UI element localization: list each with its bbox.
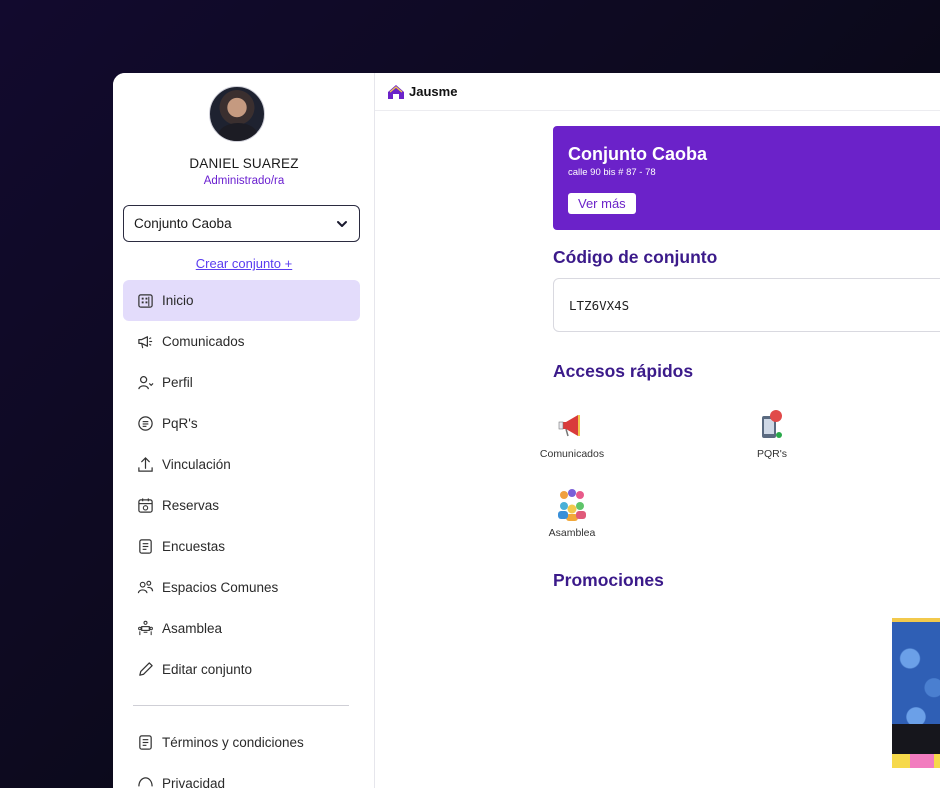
pencil-icon [139,662,153,676]
sidebar-item-label: Encuestas [162,539,226,554]
sidebar-item-terminos[interactable]: Términos y condiciones [123,722,360,763]
phone-chat-icon [762,410,782,438]
sidebar-item-label: Vinculación [162,457,231,472]
shield-icon [138,777,153,787]
quick-access-label: PQR's [756,448,787,460]
meeting-icon [138,620,153,636]
sidebar-item-comunicados[interactable]: Comunicados [123,321,360,362]
sidebar-item-label: Reservas [162,498,220,513]
conjunto-code-field[interactable]: LTZ6VX4S [553,278,940,332]
message-circle-icon [138,416,153,431]
quick-access-comunicados[interactable]: Comunicados [527,408,617,460]
users-icon [137,580,154,594]
sidebar-item-label: Comunicados [162,334,245,349]
code-section-title: Código de conjunto [553,247,718,267]
create-conjunto-link[interactable]: Crear conjunto + [113,256,375,271]
sidebar-item-label: Editar conjunto [162,662,253,677]
sidebar-item-asamblea[interactable]: Asamblea [123,608,360,649]
sidebar-item-encuestas[interactable]: Encuestas [123,526,360,567]
people-group-icon [558,489,586,521]
sidebar-item-pqrs[interactable]: PqR's [123,403,360,444]
document-icon [139,735,152,750]
quick-access-label: Asamblea [548,527,596,539]
conjunto-banner: Conjunto Caoba calle 90 bis # 87 - 78 Ve… [553,126,940,230]
sidebar-item-label: PqR's [162,416,198,431]
chevron-down-icon [337,220,347,227]
user-role: Administrado/ra [203,175,285,187]
quick-access-title: Accesos rápidos [553,361,694,381]
promotions-title: Promociones [553,570,664,590]
sidebar-footer-nav: Términos y condiciones Privacidad [123,722,360,788]
sidebar-item-privacidad[interactable]: Privacidad [123,763,360,788]
sidebar-item-label: Espacios Comunes [162,580,279,595]
sidebar-item-reservas[interactable]: Reservas [123,485,360,526]
conjunto-select-value: Conjunto Caoba [134,216,232,231]
sidebar-item-label: Inicio [162,293,194,308]
sidebar-item-label: Términos y condiciones [162,735,304,750]
conjunto-select[interactable]: Conjunto Caoba [123,205,360,242]
sidebar: DANIEL SUAREZ Administrado/ra Conjunto C… [113,73,375,788]
upload-icon [138,457,153,472]
megaphone-icon [138,336,153,349]
sidebar-divider [133,705,349,706]
promotion-image[interactable] [892,618,940,768]
house-logo-icon [388,84,404,99]
app-window: DANIEL SUAREZ Administrado/ra Conjunto C… [113,73,940,788]
laptop-keyboard [892,724,940,754]
user-icon [138,376,154,390]
megaphone-icon [558,415,580,437]
quick-access-asamblea[interactable]: Asamblea [527,487,617,539]
brand-logo[interactable]: Jausme [387,83,457,101]
quick-access-pqrs[interactable]: PQR's [727,408,817,460]
top-bar: Jausme [375,73,940,111]
sidebar-item-label: Privacidad [162,776,226,788]
sidebar-item-perfil[interactable]: Perfil [123,362,360,403]
sidebar-item-editar-conjunto[interactable]: Editar conjunto [123,649,360,690]
brand-name: Jausme [409,84,458,99]
banner-address: calle 90 bis # 87 - 78 [568,167,656,178]
sidebar-item-label: Asamblea [162,621,223,636]
ver-mas-button[interactable]: Ver más [568,193,636,214]
building-icon [138,294,153,308]
calendar-icon [138,498,153,513]
sidebar-item-vinculacion[interactable]: Vinculación [123,444,360,485]
user-name: DANIEL SUAREZ [189,156,299,171]
sidebar-item-label: Perfil [162,375,193,390]
sidebar-item-inicio[interactable]: Inicio [123,280,360,321]
avatar[interactable] [209,86,265,142]
quick-access-label: Comunicados [539,448,605,460]
sidebar-nav: Inicio Comunicados Perfil PqR's Vinculac… [123,280,360,690]
banner-title: Conjunto Caoba [568,144,707,164]
main-content: Conjunto Caoba calle 90 bis # 87 - 78 Ve… [375,111,940,788]
sidebar-item-espacios-comunes[interactable]: Espacios Comunes [123,567,360,608]
document-icon [139,539,152,554]
